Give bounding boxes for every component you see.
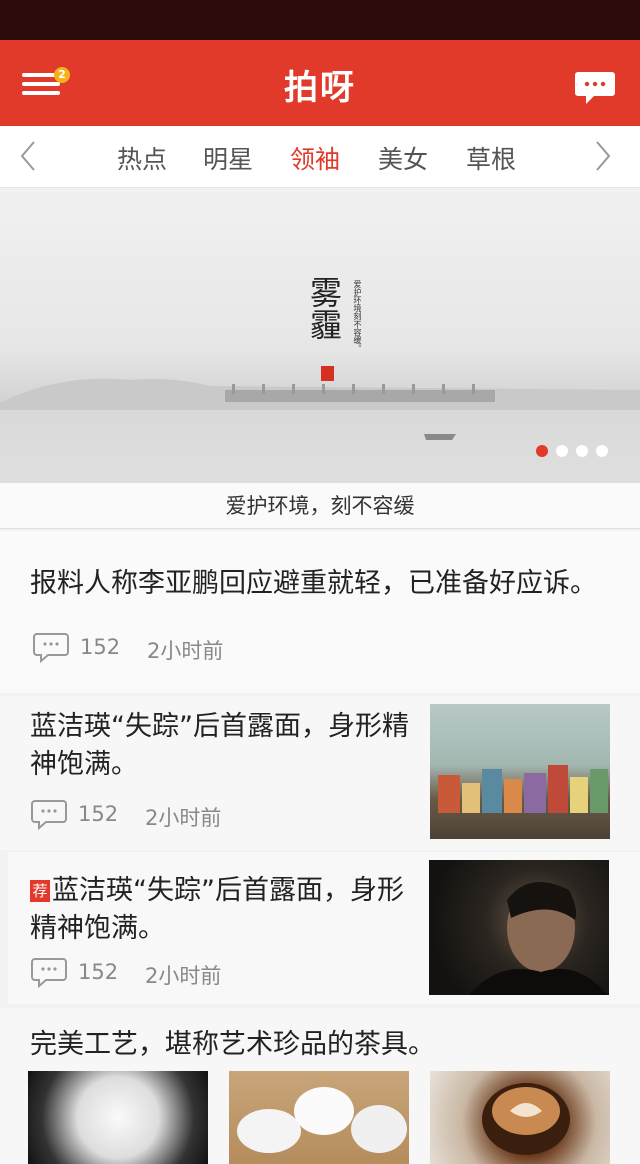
comment-icon — [33, 633, 69, 663]
hero-banner[interactable]: 雾霾 爱护环境刻不容缓。 — [0, 188, 640, 483]
chevron-right-icon[interactable] — [591, 138, 615, 174]
carousel-dot-3[interactable] — [576, 445, 588, 457]
post-time: 2小时前 — [145, 806, 222, 830]
news-item[interactable]: 荐蓝洁瑛“失踪”后首露面，身形精神饱满。 152 2小时前 — [8, 852, 640, 1004]
white-cups-thumbnail — [28, 1071, 208, 1164]
post-time: 2小时前 — [145, 964, 222, 988]
news-headline: 完美工艺，堪称艺术珍品的茶具。 — [30, 1029, 435, 1060]
carousel-dot-2[interactable] — [556, 445, 568, 457]
chevron-left-icon[interactable] — [16, 138, 40, 174]
tab-grassroots[interactable]: 草根 — [466, 140, 516, 176]
comment-count: 152 — [78, 802, 119, 826]
tab-beauties[interactable]: 美女 — [378, 140, 428, 176]
banner-title: 雾霾 — [305, 276, 343, 340]
latte-thumbnail — [430, 1071, 610, 1164]
comment-count: 152 — [78, 960, 119, 984]
news-item[interactable]: 蓝洁瑛“失踪”后首露面，身形精神饱满。 152 2小时前 — [0, 696, 640, 850]
banner-subtitle: 爱护环境刻不容缓。 — [353, 280, 362, 352]
message-icon[interactable] — [574, 68, 616, 106]
comment-icon — [31, 958, 67, 988]
news-headline: 报料人称李亚鹏回应避重就轻，已准备好应诉。 — [30, 568, 597, 599]
carousel-dot-1[interactable] — [536, 445, 548, 457]
comment-count: 152 — [80, 635, 121, 659]
comment-icon — [31, 800, 67, 830]
seal-stamp — [321, 366, 334, 381]
news-item[interactable]: 报料人称李亚鹏回应避重就轻，已准备好应诉。 152 2小时前 — [0, 531, 640, 693]
app-header: 2 拍呀 — [0, 40, 640, 126]
post-time: 2小时前 — [147, 639, 224, 663]
news-item[interactable]: 完美工艺，堪称艺术珍品的茶具。 — [0, 1008, 640, 1164]
carousel-dot-4[interactable] — [596, 445, 608, 457]
headline-text: 蓝洁瑛“失踪”后首露面，身形精神饱满。 — [30, 875, 404, 944]
white-bowls-thumbnail — [229, 1071, 409, 1164]
category-tabs: 热点 明星 领袖 美女 草根 — [0, 126, 640, 188]
app-title: 拍呀 — [284, 68, 356, 108]
tab-hot[interactable]: 热点 — [117, 140, 167, 176]
portrait-thumbnail — [429, 860, 609, 995]
houses-thumbnail — [430, 704, 610, 839]
tab-stars[interactable]: 明星 — [203, 140, 253, 176]
tab-leaders[interactable]: 领袖 — [290, 140, 340, 176]
carousel-dots — [536, 442, 616, 461]
recommend-tag: 荐 — [30, 880, 50, 902]
banner-caption: 爱护环境，刻不容缓 — [0, 483, 640, 529]
news-headline: 蓝洁瑛“失踪”后首露面，身形精神饱满。 — [30, 711, 409, 780]
news-headline: 荐蓝洁瑛“失踪”后首露面，身形精神饱满。 — [30, 872, 410, 948]
status-bar — [0, 0, 640, 40]
